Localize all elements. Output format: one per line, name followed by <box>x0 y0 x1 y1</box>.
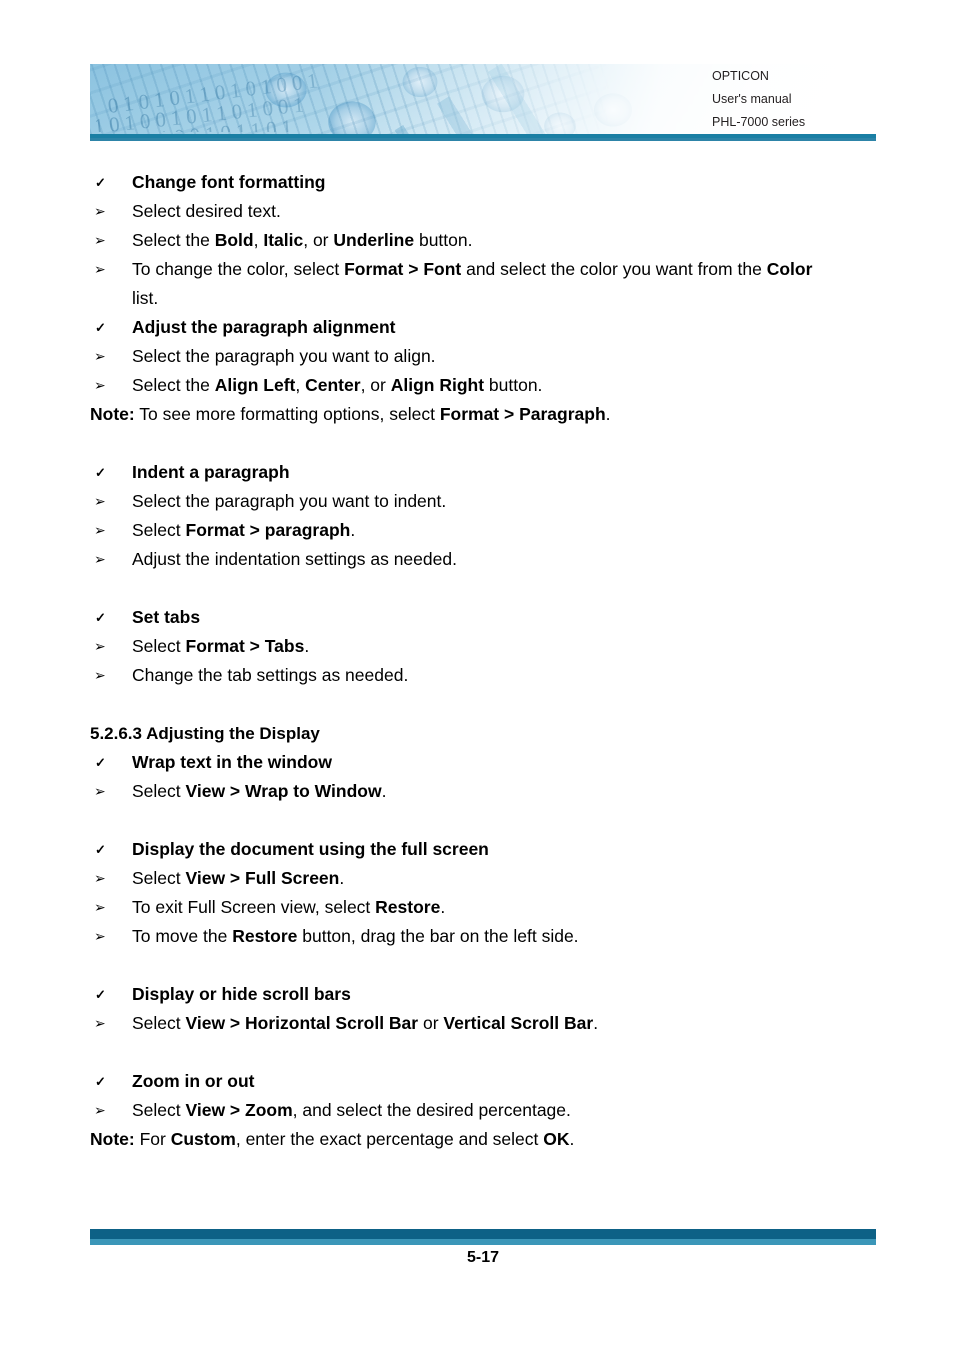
list-heading: ✓ Adjust the paragraph alignment <box>90 313 880 342</box>
list-item-continuation: list. <box>90 284 880 313</box>
line-text: Change font formatting <box>132 172 326 192</box>
line-text: Note: To see more formatting options, se… <box>90 404 611 424</box>
list-item: ➢ To exit Full Screen view, select Resto… <box>90 893 880 922</box>
line-text: Select Format > Tabs. <box>132 636 310 656</box>
list-item: ➢ Select Format > Tabs. <box>90 632 880 661</box>
arrow-bullet-icon: ➢ <box>94 493 106 509</box>
list-item: ➢ Select Format > paragraph. <box>90 516 880 545</box>
list-item: ➢ Change the tab settings as needed. <box>90 661 880 690</box>
arrow-bullet-icon: ➢ <box>94 203 106 219</box>
footer-divider-bar <box>90 1229 876 1245</box>
arrow-bullet-icon: ➢ <box>94 348 106 364</box>
list-item: ➢ Select View > Zoom, and select the des… <box>90 1096 880 1125</box>
line-text: Select View > Wrap to Window. <box>132 781 387 801</box>
list-item: ➢ Select the paragraph you want to align… <box>90 342 880 371</box>
list-item: ➢ Adjust the indentation settings as nee… <box>90 545 880 574</box>
line-text: To move the Restore button, drag the bar… <box>132 926 579 946</box>
line-text: Select Format > paragraph. <box>132 520 356 540</box>
header-title-block: OPTICON User's manual PHL-7000 series <box>712 65 872 134</box>
list-item: ➢ Select the Align Left, Center, or Alig… <box>90 371 880 400</box>
line-text: Select the Align Left, Center, or Align … <box>132 375 543 395</box>
list-heading: ✓ Zoom in or out <box>90 1067 880 1096</box>
line-text: Change the tab settings as needed. <box>132 665 409 685</box>
list-item: ➢ Select View > Full Screen. <box>90 864 880 893</box>
line-text: Select the paragraph you want to indent. <box>132 491 447 511</box>
list-item: ➢ To move the Restore button, drag the b… <box>90 922 880 951</box>
line-text: To change the color, select Format > Fon… <box>132 259 813 279</box>
line-text: Zoom in or out <box>132 1071 255 1091</box>
document-body: ✓ Change font formatting ➢ Select desire… <box>90 168 880 1154</box>
line-text: Set tabs <box>132 607 201 627</box>
line-text: To exit Full Screen view, select Restore… <box>132 897 446 917</box>
line-text: Select the Bold, Italic, or Underline bu… <box>132 230 473 250</box>
list-item: ➢ Select desired text. <box>90 197 880 226</box>
arrow-bullet-icon: ➢ <box>94 928 106 944</box>
line-text: Select the paragraph you want to align. <box>132 346 436 366</box>
arrow-bullet-icon: ➢ <box>94 667 106 683</box>
header-divider-bar-lower <box>90 138 876 141</box>
arrow-bullet-icon: ➢ <box>94 870 106 886</box>
checkmark-icon: ✓ <box>95 465 106 480</box>
arrow-bullet-icon: ➢ <box>94 261 106 277</box>
list-item: ➢ Select the Bold, Italic, or Underline … <box>90 226 880 255</box>
checkmark-icon: ✓ <box>95 842 106 857</box>
arrow-bullet-icon: ➢ <box>94 899 106 915</box>
list-item: ➢ Select View > Horizontal Scroll Bar or… <box>90 1009 880 1038</box>
line-text: 5.2.6.3 Adjusting the Display <box>90 724 320 743</box>
line-text: Wrap text in the window <box>132 752 332 772</box>
note-paragraph: Note: For Custom, enter the exact percen… <box>90 1125 880 1154</box>
line-text: Select desired text. <box>132 201 281 221</box>
list-heading: ✓ Change font formatting <box>90 168 880 197</box>
arrow-bullet-icon: ➢ <box>94 551 106 567</box>
list-heading: ✓ Display or hide scroll bars <box>90 980 880 1009</box>
header-binary-texture: 01010110101001 10100101101001 0011001011… <box>96 66 576 132</box>
arrow-bullet-icon: ➢ <box>94 1102 106 1118</box>
checkmark-icon: ✓ <box>95 610 106 625</box>
line-text: Select View > Full Screen. <box>132 868 345 888</box>
product-series: PHL-7000 series <box>712 115 806 129</box>
checkmark-icon: ✓ <box>95 1074 106 1089</box>
list-heading: ✓ Display the document using the full sc… <box>90 835 880 864</box>
checkmark-icon: ✓ <box>95 987 106 1002</box>
brand-name: OPTICON <box>712 69 769 83</box>
list-item: ➢ Select View > Wrap to Window. <box>90 777 880 806</box>
list-item: ➢ To change the color, select Format > F… <box>90 255 880 284</box>
line-text: Adjust the paragraph alignment <box>132 317 396 337</box>
arrow-bullet-icon: ➢ <box>94 377 106 393</box>
arrow-bullet-icon: ➢ <box>94 783 106 799</box>
line-text: Adjust the indentation settings as neede… <box>132 549 457 569</box>
section-heading: 5.2.6.3 Adjusting the Display <box>90 719 880 748</box>
page-number: 5-17 <box>466 1249 500 1266</box>
line-text: Indent a paragraph <box>132 462 290 482</box>
list-heading: ✓ Indent a paragraph <box>90 458 880 487</box>
header-divider-bar <box>90 134 876 141</box>
arrow-bullet-icon: ➢ <box>94 1015 106 1031</box>
checkmark-icon: ✓ <box>95 755 106 770</box>
checkmark-icon: ✓ <box>95 320 106 335</box>
list-heading: ✓ Wrap text in the window <box>90 748 880 777</box>
arrow-bullet-icon: ➢ <box>94 522 106 538</box>
arrow-bullet-icon: ➢ <box>94 638 106 654</box>
line-text: Display the document using the full scre… <box>132 839 489 859</box>
line-text: Select View > Zoom, and select the desir… <box>132 1100 571 1120</box>
checkmark-icon: ✓ <box>95 175 106 190</box>
page-header: 01010110101001 10100101101001 0011001011… <box>90 64 876 134</box>
arrow-bullet-icon: ➢ <box>94 232 106 248</box>
list-item: ➢ Select the paragraph you want to inden… <box>90 487 880 516</box>
list-heading: ✓ Set tabs <box>90 603 880 632</box>
document-type: User's manual <box>712 92 792 106</box>
line-text: Display or hide scroll bars <box>132 984 351 1004</box>
note-paragraph: Note: To see more formatting options, se… <box>90 400 880 429</box>
footer-divider-bar-lower <box>90 1239 876 1245</box>
line-text: Select View > Horizontal Scroll Bar or V… <box>132 1013 599 1033</box>
line-text: Note: For Custom, enter the exact percen… <box>90 1129 575 1149</box>
line-text: list. <box>132 288 159 308</box>
